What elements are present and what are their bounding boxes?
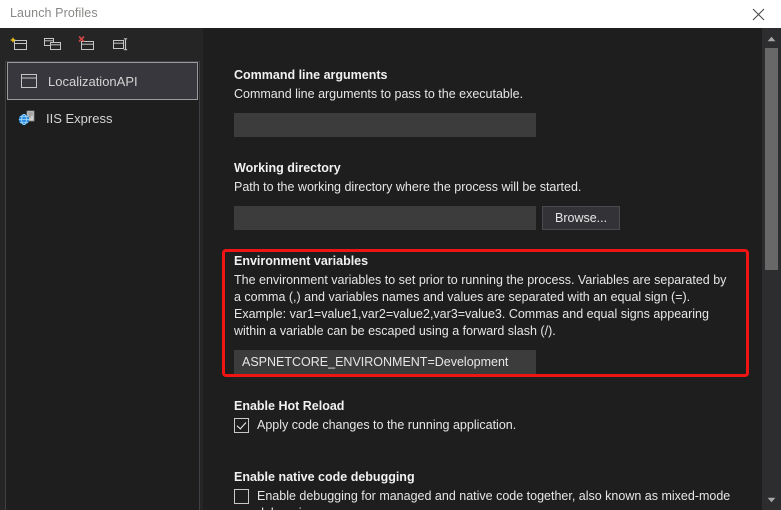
vertical-scrollbar[interactable] (762, 28, 781, 510)
section-title: Enable Hot Reload (234, 399, 345, 413)
scroll-down-button[interactable] (762, 491, 781, 508)
rename-profile-button[interactable] (108, 32, 134, 56)
section-description: The environment variables to set prior t… (234, 273, 727, 338)
window-title: Launch Profiles (10, 6, 98, 20)
native-debugging-checkbox-label: Enable debugging for managed and native … (257, 489, 731, 510)
section-title: Working directory (234, 161, 341, 175)
new-profile-button[interactable] (6, 32, 32, 56)
profile-item-iis-express[interactable]: IIS Express (6, 100, 199, 136)
working-directory-input[interactable] (234, 206, 536, 230)
environment-variables-input[interactable] (234, 350, 536, 374)
native-debugging-checkbox-row[interactable]: Enable debugging for managed and native … (234, 488, 734, 510)
profiles-panel: LocalizationAPI IIS Express (0, 28, 203, 510)
new-profile-icon (10, 37, 27, 50)
section-enable-native-code-debugging: Enable native code debugging Enable debu… (234, 470, 734, 510)
profile-item-localizationapi[interactable]: LocalizationAPI (7, 62, 198, 100)
scroll-up-button[interactable] (762, 30, 781, 47)
duplicate-profile-icon (44, 38, 61, 50)
application-window-icon (20, 72, 38, 90)
hot-reload-checkbox-row[interactable]: Apply code changes to the running applic… (234, 417, 744, 434)
profile-label: IIS Express (46, 110, 113, 126)
section-working-directory: Working directory Path to the working di… (234, 161, 744, 230)
section-command-line-arguments: Command line arguments Command line argu… (234, 68, 744, 137)
close-icon (752, 8, 764, 20)
scroll-up-arrow-icon (767, 36, 776, 41)
command-line-arguments-input[interactable] (234, 113, 536, 137)
profiles-toolbar (0, 28, 203, 60)
section-enable-hot-reload: Enable Hot Reload Apply code changes to … (234, 399, 744, 434)
launch-profiles-dialog: Launch Profiles LocalizationAPI IIS Expr… (0, 0, 781, 510)
section-title: Command line arguments (234, 68, 388, 82)
section-title: Enable native code debugging (234, 470, 415, 484)
profile-label: LocalizationAPI (48, 73, 138, 89)
profile-settings-panel: Command line arguments Command line argu… (210, 28, 762, 510)
delete-profile-icon (78, 36, 94, 50)
title-bar: Launch Profiles (0, 0, 781, 28)
section-description: Command line arguments to pass to the ex… (234, 87, 524, 101)
hot-reload-checkbox-label: Apply code changes to the running applic… (257, 418, 517, 432)
iis-express-globe-icon (18, 109, 36, 127)
scroll-down-arrow-icon (767, 497, 776, 502)
browse-button[interactable]: Browse... (542, 206, 621, 230)
profiles-list: LocalizationAPI IIS Express (5, 61, 200, 510)
delete-profile-button[interactable] (74, 32, 100, 56)
scrollbar-thumb[interactable] (765, 48, 778, 270)
native-debugging-checkbox[interactable] (234, 489, 249, 504)
working-directory-row: Browse... (234, 206, 744, 230)
section-environment-variables: Environment variables The environment va… (234, 254, 734, 374)
rename-profile-icon (113, 38, 128, 51)
hot-reload-checkbox[interactable] (234, 418, 249, 433)
close-button[interactable] (735, 0, 781, 28)
section-description: Path to the working directory where the … (234, 180, 582, 194)
duplicate-profile-button[interactable] (40, 32, 66, 56)
section-title: Environment variables (234, 254, 369, 268)
